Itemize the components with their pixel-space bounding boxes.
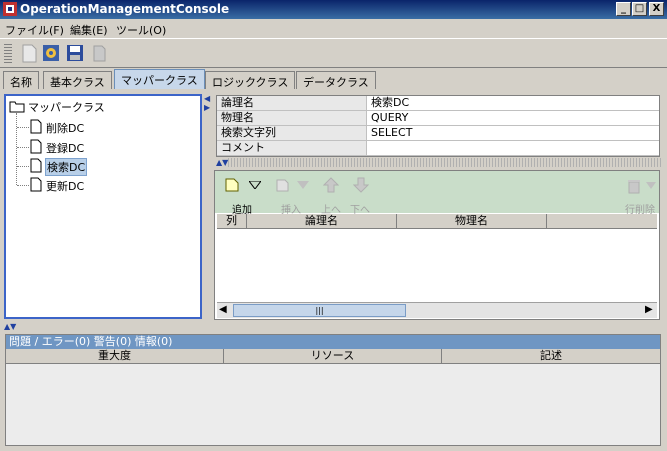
maximize-button[interactable]: □	[632, 2, 647, 16]
collapse-up-icon[interactable]: ▲▼	[216, 158, 229, 167]
tree-item-update[interactable]: 更新DC	[46, 178, 84, 194]
scroll-left-icon[interactable]: ◀	[219, 304, 227, 315]
expand-right-icon[interactable]: ▶	[204, 103, 210, 112]
window-title: OperationManagementConsole	[20, 2, 230, 16]
toolbar	[0, 38, 667, 68]
horizontal-splitter[interactable]: ▲▼	[214, 158, 661, 167]
minimize-button[interactable]: _	[616, 2, 631, 16]
description-column[interactable]: 記述	[442, 349, 660, 364]
file-icon	[30, 119, 42, 134]
close-button[interactable]: X	[649, 2, 664, 16]
new-file-icon[interactable]	[18, 42, 40, 64]
prop-value[interactable]: SELECT	[367, 126, 659, 141]
problems-columns: 重大度 リソース 記述	[6, 349, 660, 364]
tree-item-register[interactable]: 登録DC	[46, 140, 84, 156]
app-icon	[3, 2, 17, 16]
folder-icon	[9, 101, 25, 113]
tab-data-class[interactable]: データクラス	[296, 71, 376, 89]
tab-name[interactable]: 名称	[3, 71, 39, 89]
chevron-down-icon[interactable]	[646, 182, 656, 189]
title-bar: OperationManagementConsole _ □ X	[0, 0, 667, 19]
insert-icon[interactable]	[275, 177, 291, 193]
file-icon	[30, 139, 42, 154]
arrow-down-icon[interactable]	[353, 177, 369, 193]
column-header[interactable]: 列	[217, 214, 247, 229]
menu-bar: ファイル(F) 編集(E) ツール(O)	[0, 20, 667, 38]
collapse-bottom-icon[interactable]: ▲▼	[4, 322, 16, 331]
collapse-left-icon[interactable]: ◀	[204, 94, 210, 103]
tab-strip: 名称 基本クラス マッパークラス ロジッククラス データクラス	[0, 69, 667, 89]
prop-value[interactable]: QUERY	[367, 111, 659, 126]
tab-base-class[interactable]: 基本クラス	[43, 71, 112, 89]
tab-logic-class[interactable]: ロジッククラス	[205, 71, 296, 89]
column-header[interactable]: 物理名	[397, 214, 547, 229]
row-toolbar: 追加 挿入 上へ 下へ 行削除	[215, 171, 659, 216]
file-icon	[30, 158, 42, 173]
class-tree: マッパークラス 削除DC 登録DC 検索DC 更新DC	[4, 94, 202, 319]
prop-key: 検索文字列	[217, 126, 367, 141]
tree-item-search[interactable]: 検索DC	[45, 158, 88, 176]
menu-file[interactable]: ファイル(F)	[5, 22, 64, 38]
chevron-down-icon[interactable]	[249, 181, 261, 189]
column-table-panel: 追加 挿入 上へ 下へ 行削除 列 論理名 物理名 ◀ ||| ▶	[214, 170, 660, 320]
open-settings-icon[interactable]	[40, 42, 62, 64]
tree-root[interactable]: マッパークラス	[28, 99, 105, 115]
prop-key: コメント	[217, 141, 367, 156]
prop-value[interactable]	[367, 141, 659, 156]
scroll-right-icon[interactable]: ▶	[645, 304, 653, 315]
prop-key: 物理名	[217, 111, 367, 126]
export-icon[interactable]	[88, 42, 110, 64]
add-icon[interactable]	[225, 178, 239, 192]
tab-mapper-class[interactable]: マッパークラス	[114, 69, 205, 89]
tree-item-delete[interactable]: 削除DC	[46, 120, 84, 136]
resource-column[interactable]: リソース	[224, 349, 442, 364]
prop-value[interactable]: 検索DC	[367, 96, 659, 111]
horizontal-scrollbar[interactable]: ◀ ||| ▶	[217, 302, 657, 318]
scroll-thumb[interactable]: |||	[233, 304, 406, 317]
arrow-up-icon[interactable]	[323, 177, 339, 193]
severity-column[interactable]: 重大度	[6, 349, 224, 364]
property-table: 論理名 検索DC 物理名 QUERY 検索文字列 SELECT コメント	[216, 95, 660, 157]
vertical-splitter[interactable]: ◀ ▶	[203, 94, 212, 320]
chevron-down-icon[interactable]	[297, 181, 309, 189]
toolbar-grip[interactable]	[4, 44, 12, 64]
column-header[interactable]: 論理名	[247, 214, 397, 229]
file-icon	[30, 177, 42, 192]
problems-header: 問題 / エラー(0) 警告(0) 情報(0)	[6, 335, 660, 349]
menu-tools[interactable]: ツール(O)	[116, 22, 166, 38]
save-icon[interactable]	[64, 42, 86, 64]
table-header: 列 論理名 物理名	[217, 214, 657, 229]
menu-edit[interactable]: 編集(E)	[70, 22, 108, 38]
trash-icon[interactable]	[626, 178, 642, 194]
prop-key: 論理名	[217, 96, 367, 111]
problems-panel: 問題 / エラー(0) 警告(0) 情報(0) 重大度 リソース 記述	[5, 334, 661, 446]
